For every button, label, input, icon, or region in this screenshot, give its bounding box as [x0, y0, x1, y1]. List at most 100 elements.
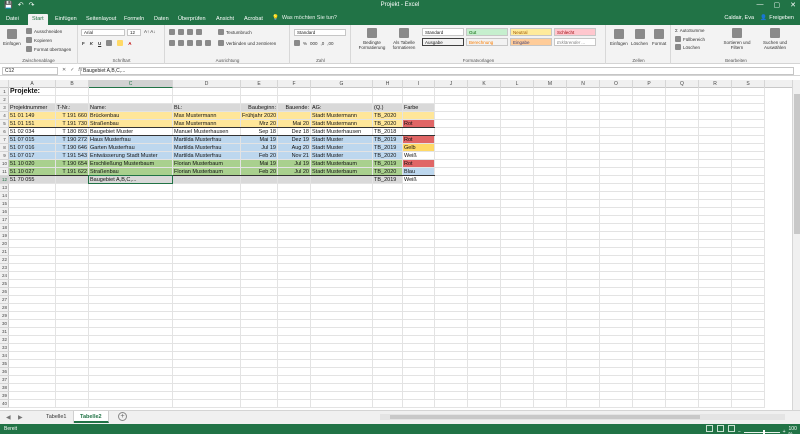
cell-g16[interactable] [311, 208, 373, 216]
cell-r20[interactable] [699, 240, 732, 248]
cell-b13[interactable] [56, 184, 89, 192]
cell-l24[interactable] [501, 272, 534, 280]
paste-button[interactable]: Einfügen [3, 29, 21, 46]
merge-center-button[interactable]: Verbinden und zentrieren [218, 40, 276, 46]
cell-p17[interactable] [633, 216, 666, 224]
cell-g29[interactable] [311, 312, 373, 320]
cell-n29[interactable] [567, 312, 600, 320]
cell-j23[interactable] [435, 264, 468, 272]
cell-q29[interactable] [666, 312, 699, 320]
cell-b8[interactable]: T 190 646 [56, 144, 89, 152]
cell-a38[interactable] [9, 384, 56, 392]
cell-r13[interactable] [699, 184, 732, 192]
cell-l11[interactable] [501, 168, 534, 176]
cell-o40[interactable] [600, 400, 633, 408]
cell-m11[interactable] [534, 168, 567, 176]
cell-q2[interactable] [666, 96, 699, 104]
cell-a4[interactable]: 51 01 149 [9, 112, 56, 120]
cell-b33[interactable] [56, 344, 89, 352]
cell-f22[interactable] [278, 256, 311, 264]
cell-l17[interactable] [501, 216, 534, 224]
cell-a35[interactable] [9, 360, 56, 368]
cell-l12[interactable] [501, 176, 534, 184]
row-header-29[interactable]: 29 [0, 312, 9, 320]
cell-a15[interactable] [9, 200, 56, 208]
cell-e8[interactable]: Jul 19 [241, 144, 278, 152]
cell-b28[interactable] [56, 304, 89, 312]
pagebreak-view-icon[interactable] [728, 425, 735, 432]
cell-m24[interactable] [534, 272, 567, 280]
row-header-14[interactable]: 14 [0, 192, 9, 200]
align-horizontal-icons[interactable] [169, 40, 211, 46]
cell-j20[interactable] [435, 240, 468, 248]
cell-s25[interactable] [732, 280, 765, 288]
cell-i35[interactable] [403, 360, 435, 368]
cell-a25[interactable] [9, 280, 56, 288]
cell-o3[interactable] [600, 104, 633, 112]
cell-d1[interactable] [173, 88, 241, 96]
tab-ueberpruefen[interactable]: Überprüfen [174, 14, 210, 25]
cell-j17[interactable] [435, 216, 468, 224]
cell-p25[interactable] [633, 280, 666, 288]
cell-d25[interactable] [173, 280, 241, 288]
format-as-table-button[interactable]: Als Tabelle formatieren [390, 28, 418, 50]
cell-p23[interactable] [633, 264, 666, 272]
cell-n23[interactable] [567, 264, 600, 272]
cell-k33[interactable] [468, 344, 501, 352]
cell-s32[interactable] [732, 336, 765, 344]
cell-k24[interactable] [468, 272, 501, 280]
cell-h4[interactable]: TB_2020 [373, 112, 403, 120]
cell-m23[interactable] [534, 264, 567, 272]
row-header-34[interactable]: 34 [0, 352, 9, 360]
cell-j1[interactable] [435, 88, 468, 96]
cell-e3[interactable]: Baubeginn: [241, 104, 278, 112]
cell-c2[interactable] [89, 96, 173, 104]
cell-m39[interactable] [534, 392, 567, 400]
cell-n30[interactable] [567, 320, 600, 328]
cell-e24[interactable] [241, 272, 278, 280]
cell-b40[interactable] [56, 400, 89, 408]
row-header-38[interactable]: 38 [0, 384, 9, 392]
number-format-select[interactable]: Standard [294, 29, 346, 36]
cell-c9[interactable]: Entwässerung Stadt Muster [89, 152, 173, 160]
cell-k21[interactable] [468, 248, 501, 256]
cell-f7[interactable]: Dez 19 [278, 136, 311, 144]
cell-h28[interactable] [373, 304, 403, 312]
cell-j32[interactable] [435, 336, 468, 344]
row-header-20[interactable]: 20 [0, 240, 9, 248]
cell-r34[interactable] [699, 352, 732, 360]
cell-f40[interactable] [278, 400, 311, 408]
cell-k22[interactable] [468, 256, 501, 264]
cell-j4[interactable] [435, 112, 468, 120]
zoom-out-icon[interactable]: − [738, 429, 741, 434]
cell-s11[interactable] [732, 168, 765, 176]
cell-o38[interactable] [600, 384, 633, 392]
cell-m5[interactable] [534, 120, 567, 128]
cell-l18[interactable] [501, 224, 534, 232]
cell-r24[interactable] [699, 272, 732, 280]
cell-a1[interactable]: Projekte: [9, 88, 56, 96]
cell-p2[interactable] [633, 96, 666, 104]
cell-s34[interactable] [732, 352, 765, 360]
cell-f10[interactable]: Jul 19 [278, 160, 311, 168]
find-select-button[interactable]: Suchen und Auswählen [758, 28, 792, 50]
cell-k32[interactable] [468, 336, 501, 344]
cell-q11[interactable] [666, 168, 699, 176]
cell-j22[interactable] [435, 256, 468, 264]
cell-o28[interactable] [600, 304, 633, 312]
cell-m34[interactable] [534, 352, 567, 360]
cell-i40[interactable] [403, 400, 435, 408]
cell-b37[interactable] [56, 376, 89, 384]
cell-f39[interactable] [278, 392, 311, 400]
cell-j37[interactable] [435, 376, 468, 384]
cell-r19[interactable] [699, 232, 732, 240]
cell-p27[interactable] [633, 296, 666, 304]
cell-h37[interactable] [373, 376, 403, 384]
cell-m37[interactable] [534, 376, 567, 384]
style-neutral[interactable]: Neutral [510, 28, 552, 36]
cell-q36[interactable] [666, 368, 699, 376]
style-eingabe[interactable]: Eingabe [510, 38, 552, 46]
cell-d7[interactable]: Martilda Musterfrau [173, 136, 241, 144]
cell-n27[interactable] [567, 296, 600, 304]
cell-o20[interactable] [600, 240, 633, 248]
